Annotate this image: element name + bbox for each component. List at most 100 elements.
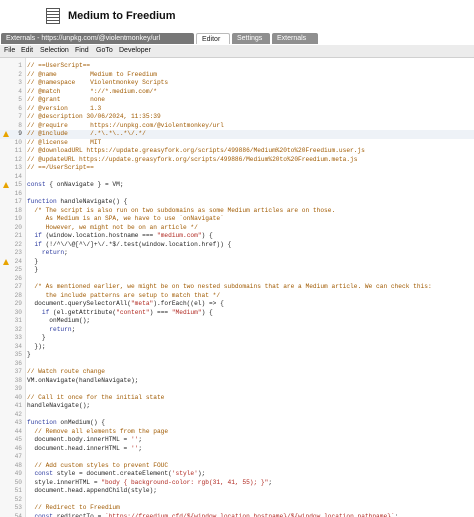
code-text: const redirectTo = `https://freedium.cfd…	[34, 512, 399, 517]
code-line[interactable]: 30 if (el.getAttribute("content") === "M…	[0, 309, 474, 318]
line-number: 42	[14, 410, 22, 418]
code-line[interactable]: 31 onMedium();	[0, 317, 474, 326]
code-line[interactable]: 5 // @grant none	[0, 96, 474, 105]
code-line[interactable]: 14	[0, 173, 474, 182]
code-line[interactable]: 17 function handleNavigate() {	[0, 198, 474, 207]
code-text: // @description 30/06/2024, 11:35:39	[27, 113, 161, 120]
menu-selection[interactable]: Selection	[40, 47, 69, 54]
code-line[interactable]: 54 const redirectTo = `https://freedium.…	[0, 513, 474, 517]
code-line[interactable]: 22 if (!/^\/\@[^\/]+\/.*$/.test(window.l…	[0, 241, 474, 250]
code-line[interactable]: 38 VM.onNavigate(handleNavigate);	[0, 377, 474, 386]
tab-externals-url[interactable]: Externals - https://unpkg.com/@violentmo…	[1, 33, 194, 44]
code-line[interactable]: 24 }	[0, 258, 474, 267]
code-text: // ==UserScript==	[27, 62, 91, 69]
code-text: document.body.innerHTML = '';	[27, 436, 143, 443]
line-number: 31	[14, 317, 22, 324]
warning-icon[interactable]	[3, 182, 9, 188]
line-number: 2	[18, 70, 22, 78]
code-line[interactable]: 6 // @version 1.3	[0, 105, 474, 114]
line-number: 41	[14, 402, 22, 409]
code-line[interactable]: 48 // Add custom styles to prevent FOUC	[0, 462, 474, 471]
code-line[interactable]: 18 /* The script is also run on two subd…	[0, 207, 474, 216]
menu-developer[interactable]: Developer	[119, 47, 151, 54]
code-line[interactable]: 8 // @require https://unpkg.com/@violentm…	[0, 122, 474, 131]
code-line[interactable]: 9// @include /.*\.*\..*\/.*/	[0, 130, 474, 139]
tab-externals[interactable]: Externals	[272, 33, 318, 44]
code-line[interactable]: 2 // @name Medium to Freedium	[0, 71, 474, 80]
code-line[interactable]: 13 // ==/UserScript==	[0, 164, 474, 173]
code-line[interactable]: 10 // @license MIT	[0, 139, 474, 148]
tab-editor[interactable]: Editor	[196, 33, 230, 44]
code-line[interactable]: 33 }	[0, 334, 474, 343]
line-number: 11	[14, 147, 22, 154]
line-number: 40	[14, 393, 22, 401]
line-number: 35	[14, 351, 22, 358]
code-line[interactable]: 44 // Remove all elements from the page	[0, 428, 474, 437]
code-line[interactable]: 29 document.querySelectorAll("meta").for…	[0, 300, 474, 309]
code-line[interactable]: 49 const style = document.createElement(…	[0, 470, 474, 479]
code-line[interactable]: 52	[0, 496, 474, 505]
line-number: 22	[14, 240, 22, 248]
code-line[interactable]: 12 // @updateURL https://update.greasyfor…	[0, 156, 474, 165]
code-line[interactable]: 23 return;	[0, 249, 474, 258]
code-line[interactable]: 3 // @namespace Violentmonkey Scripts	[0, 79, 474, 88]
code-editor[interactable]: 1 // ==UserScript== 2 // @name Medium to Fr…	[0, 58, 474, 517]
menu-find[interactable]: Find	[75, 47, 89, 54]
code-line[interactable]: 20 However, we might not be on an articl…	[0, 224, 474, 233]
document-icon	[46, 8, 60, 24]
line-number: 48	[14, 461, 22, 469]
code-line[interactable]: 11 // @downloadURL https://update.greasyf…	[0, 147, 474, 156]
code-line[interactable]: 41 handleNavigate();	[0, 402, 474, 411]
code-line[interactable]: 1 // ==UserScript==	[0, 62, 474, 71]
tab-settings[interactable]: Settings	[232, 33, 270, 44]
code-line[interactable]: 53 // Redirect to Freedium	[0, 504, 474, 513]
code-line[interactable]: 28 the include patterns are setup to mat…	[0, 292, 474, 301]
code-text: // @grant none	[27, 96, 105, 103]
code-line[interactable]: 26	[0, 275, 474, 284]
code-line[interactable]: 21 if (window.location.hostname === "med…	[0, 232, 474, 241]
code-line[interactable]: 43 function onMedium() {	[0, 419, 474, 428]
menu-file[interactable]: File	[4, 47, 15, 54]
line-number: 39	[14, 385, 22, 392]
code-line[interactable]: 45 document.body.innerHTML = '';	[0, 436, 474, 445]
code-line[interactable]: 27 /* As mentioned earlier, we might be …	[0, 283, 474, 292]
code-text: /* As mentioned earlier, we might be on …	[27, 283, 432, 290]
code-text: onMedium();	[27, 317, 91, 324]
code-line[interactable]: 19 As Medium is an SPA, we have to use `…	[0, 215, 474, 224]
code-text: const { onNavigate } = VM;	[27, 181, 124, 188]
line-number: 28	[14, 291, 22, 299]
warning-icon[interactable]	[3, 258, 9, 265]
code-line[interactable]: 7 // @description 30/06/2024, 11:35:39	[0, 113, 474, 122]
line-number: 37	[14, 368, 22, 375]
code-line[interactable]: 51 document.head.appendChild(style);	[0, 487, 474, 496]
code-text: }	[27, 334, 46, 341]
code-line[interactable]: 47	[0, 453, 474, 462]
code-line[interactable]: 46 document.head.innerHTML = '';	[0, 445, 474, 454]
line-number: 3	[18, 79, 22, 86]
code-line[interactable]: 25 }	[0, 266, 474, 275]
code-line[interactable]: 35}	[0, 351, 474, 360]
window-title: Medium to Freedium	[68, 10, 176, 22]
code-text: As Medium is an SPA, we have to use `onN…	[27, 215, 224, 222]
code-line[interactable]: 15 const { onNavigate } = VM;	[0, 181, 474, 190]
menu-edit[interactable]: Edit	[21, 47, 33, 54]
code-text: // @updateURL https://update.greasyfork.…	[27, 155, 358, 163]
line-number: 13	[14, 164, 22, 171]
code-line[interactable]: 4 // @match *://*.medium.com/*	[0, 88, 474, 97]
menu-goto[interactable]: GoTo	[96, 47, 113, 54]
line-number: 45	[14, 436, 22, 443]
code-text: /* The script is also run on two subdoma…	[27, 206, 336, 214]
code-line[interactable]: 40 // Call it once for the initial state	[0, 394, 474, 403]
line-number: 47	[14, 453, 22, 460]
code-text: // Redirect to Freedium	[27, 504, 120, 511]
code-line[interactable]: 42	[0, 411, 474, 420]
code-line[interactable]: 36	[0, 360, 474, 369]
code-line[interactable]: 32 return;	[0, 326, 474, 335]
code-line[interactable]: 37 // Watch route change	[0, 368, 474, 377]
code-line[interactable]: 39	[0, 385, 474, 394]
code-line[interactable]: 16	[0, 190, 474, 199]
code-line[interactable]: 50 style.innerHTML = "body { background-…	[0, 479, 474, 488]
warning-icon[interactable]	[3, 131, 9, 137]
code-text: However, we might not be on an article *…	[27, 223, 198, 231]
code-line[interactable]: 34 });	[0, 343, 474, 352]
